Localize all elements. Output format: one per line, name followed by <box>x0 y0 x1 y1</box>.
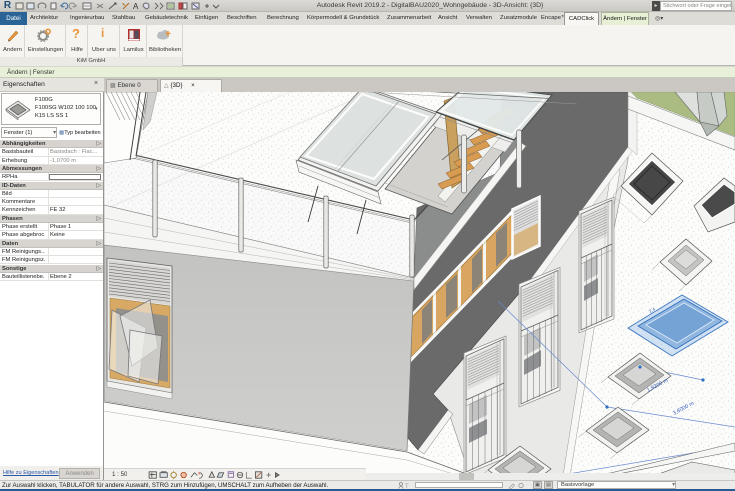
svg-text:A: A <box>133 2 139 11</box>
